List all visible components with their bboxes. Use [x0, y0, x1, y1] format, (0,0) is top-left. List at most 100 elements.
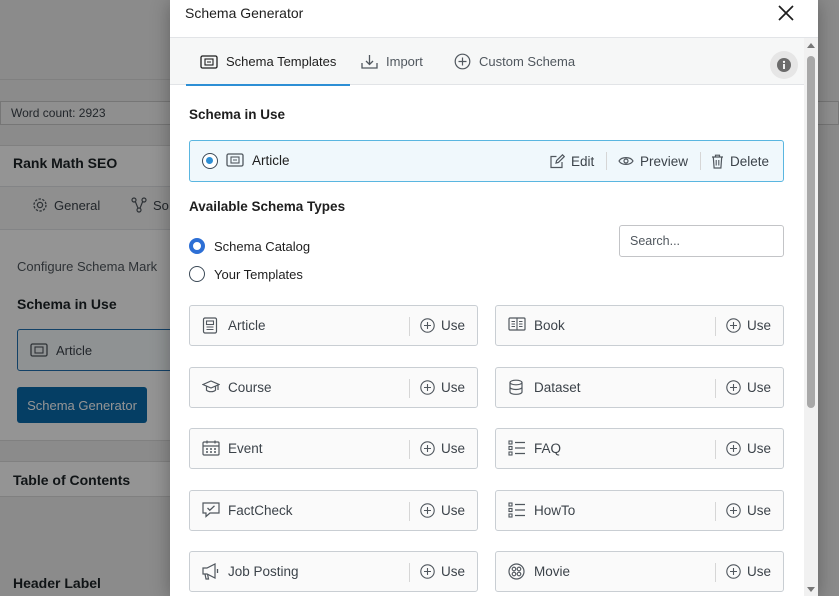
preview-label: Preview — [640, 153, 689, 169]
schema-in-use-item[interactable]: Article Edit Preview Delete — [189, 140, 784, 182]
schema-card-name: FAQ — [534, 441, 562, 457]
divider — [409, 317, 410, 336]
plus-circle-icon — [726, 441, 741, 456]
plus-circle-icon — [420, 318, 435, 333]
divider — [715, 501, 716, 521]
schema-card-course[interactable]: Course Use — [189, 366, 478, 408]
list-icon — [508, 440, 526, 456]
use-button[interactable]: Use — [726, 368, 771, 407]
use-label: Use — [747, 564, 772, 580]
use-label: Use — [747, 441, 772, 457]
schema-in-use-radio[interactable] — [202, 153, 218, 169]
schema-card-factcheck[interactable]: FactCheck Use — [189, 489, 478, 531]
divider — [409, 501, 410, 521]
megaphone-icon — [202, 563, 220, 580]
divider — [409, 378, 410, 398]
schema-icon — [200, 54, 218, 69]
edit-label: Edit — [571, 153, 595, 169]
divider — [715, 440, 716, 460]
use-label: Use — [441, 318, 466, 333]
tab-custom-schema[interactable]: Custom Schema — [454, 38, 575, 85]
modal-scrollbar[interactable] — [804, 38, 818, 596]
option-schema-catalog[interactable]: Schema Catalog — [189, 238, 310, 254]
use-button[interactable]: Use — [420, 429, 465, 468]
plus-circle-icon — [454, 53, 471, 70]
schema-in-use-heading: Schema in Use — [189, 107, 286, 122]
divider — [606, 152, 607, 170]
tab-schema-templates[interactable]: Schema Templates — [186, 38, 351, 86]
course-icon — [202, 379, 220, 395]
option-your-templates[interactable]: Your Templates — [189, 266, 303, 282]
modal-title: Schema Generator — [185, 5, 304, 21]
divider — [715, 563, 716, 583]
modal-header: Schema Generator — [170, 0, 818, 38]
use-button[interactable]: Use — [726, 491, 771, 530]
use-button[interactable]: Use — [726, 552, 771, 591]
modal-body: Schema in Use Article Edit Preview Delet… — [170, 86, 804, 596]
article-icon — [202, 317, 218, 334]
book-icon — [508, 317, 526, 331]
schema-card-name: Movie — [534, 564, 571, 580]
preview-button[interactable]: Preview — [618, 141, 688, 181]
calendar-icon — [202, 440, 220, 456]
use-label: Use — [747, 502, 772, 518]
delete-button[interactable]: Delete — [711, 141, 769, 181]
delete-label: Delete — [730, 153, 770, 169]
schema-card-name: HowTo — [534, 502, 576, 518]
your-templates-radio[interactable] — [189, 266, 205, 282]
scroll-thumb[interactable] — [807, 56, 815, 408]
divider — [409, 440, 410, 460]
import-icon — [361, 54, 378, 69]
schema-card-howto[interactable]: HowTo Use — [495, 489, 784, 531]
available-schema-heading: Available Schema Types — [189, 199, 346, 214]
schema-card-name: Job Posting — [228, 564, 299, 580]
scroll-up-arrow[interactable] — [807, 43, 815, 48]
use-button[interactable]: Use — [420, 552, 465, 591]
close-button[interactable] — [774, 1, 798, 25]
divider — [715, 378, 716, 398]
tab-custom-schema-label: Custom Schema — [479, 54, 576, 69]
use-label: Use — [441, 379, 466, 395]
plus-circle-icon — [726, 379, 741, 395]
dataset-icon — [508, 379, 524, 396]
schema-card-name: Dataset — [534, 379, 581, 395]
schema-card-event[interactable]: Event Use — [189, 428, 478, 470]
your-templates-label: Your Templates — [214, 266, 303, 282]
plus-circle-icon — [420, 503, 435, 518]
tab-import-label: Import — [386, 54, 423, 69]
use-button[interactable]: Use — [726, 429, 771, 468]
plus-circle-icon — [726, 564, 741, 580]
schema-card-name: Event — [228, 441, 263, 457]
trash-icon — [711, 154, 724, 169]
schema-card-job-posting[interactable]: Job Posting Use — [189, 551, 478, 593]
edit-button[interactable]: Edit — [550, 141, 594, 181]
info-button[interactable] — [770, 51, 798, 79]
schema-catalog-radio[interactable] — [189, 238, 205, 254]
schema-card-book[interactable]: Book Use — [495, 305, 784, 346]
modal-tabs: Schema Templates Import Custom Schema — [170, 38, 804, 86]
schema-card-faq[interactable]: FAQ Use — [495, 428, 784, 470]
schema-card-movie[interactable]: Movie Use — [495, 551, 784, 593]
schema-in-use-name: Article — [252, 153, 290, 168]
plus-circle-icon — [420, 564, 435, 580]
schema-card-dataset[interactable]: Dataset Use — [495, 366, 784, 408]
schema-icon — [226, 153, 244, 167]
edit-icon — [550, 153, 565, 169]
schema-card-name: Course — [228, 379, 272, 395]
use-label: Use — [441, 441, 466, 457]
schema-catalog-label: Schema Catalog — [214, 238, 311, 254]
scroll-down-arrow[interactable] — [807, 587, 815, 592]
tab-import[interactable]: Import — [361, 38, 423, 85]
schema-card-name: Article — [228, 318, 266, 333]
use-button[interactable]: Use — [420, 491, 465, 530]
search-input[interactable] — [619, 225, 784, 257]
divider — [409, 563, 410, 583]
use-button[interactable]: Use — [420, 368, 465, 407]
schema-card-article[interactable]: Article Use — [189, 305, 478, 346]
use-label: Use — [747, 318, 772, 333]
schema-generator-modal: Schema Generator Schema Templates Import… — [170, 0, 818, 596]
divider — [715, 317, 716, 336]
use-button[interactable]: Use — [726, 306, 771, 345]
use-button[interactable]: Use — [420, 306, 465, 345]
plus-circle-icon — [726, 503, 741, 518]
